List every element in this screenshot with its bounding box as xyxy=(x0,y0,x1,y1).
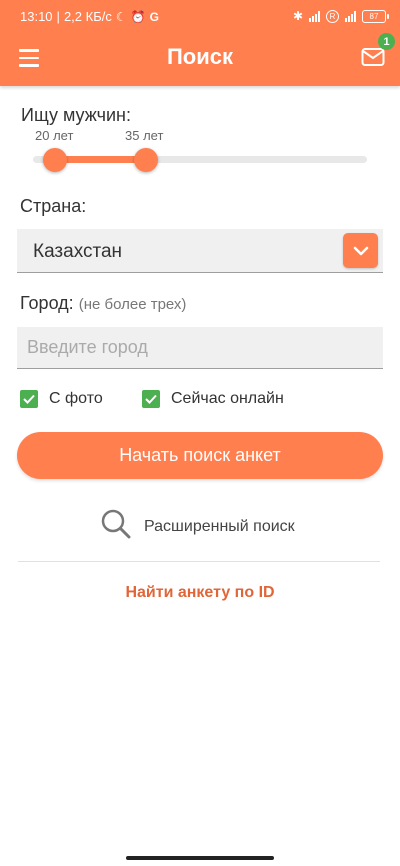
country-label: Страна: xyxy=(20,196,87,216)
battery-icon: 87 xyxy=(362,9,389,23)
divider xyxy=(18,561,380,562)
moon-icon: ☾ xyxy=(115,9,127,24)
online-checkbox[interactable] xyxy=(142,390,160,408)
status-time: 13:10 xyxy=(20,9,53,24)
advanced-search-link[interactable]: Расширенный поиск xyxy=(100,508,295,545)
status-left: 13:10 | 2,2 КБ/с ☾ ⏰ G xyxy=(20,9,159,24)
chevron-down-icon[interactable] xyxy=(343,233,378,268)
status-bar: 13:10 | 2,2 КБ/с ☾ ⏰ G ✱ R 87 xyxy=(0,0,400,32)
gender-label: Ищу мужчин: xyxy=(21,105,131,125)
home-indicator xyxy=(126,856,274,860)
alarm-icon: ⏰ xyxy=(130,9,146,24)
age-max-label: 35 лет xyxy=(125,128,164,143)
page-title: Поиск xyxy=(166,44,234,69)
mail-badge: 1 xyxy=(378,33,395,50)
age-max-thumb[interactable] xyxy=(134,148,158,172)
search-icon xyxy=(100,508,132,545)
advanced-search-label: Расширенный поиск xyxy=(144,517,295,535)
find-by-id-link[interactable]: Найти анкету по ID xyxy=(0,584,400,602)
photo-checkbox[interactable] xyxy=(20,390,38,408)
start-search-button[interactable]: Начать поиск анкет xyxy=(17,432,383,479)
country-value: Казахстан xyxy=(33,241,123,262)
city-label-text: Город: xyxy=(20,293,74,313)
status-separator: | xyxy=(56,9,60,24)
city-label-hint: (не более трех) xyxy=(78,296,187,313)
roaming-icon: R xyxy=(326,9,339,23)
envelope-icon[interactable] xyxy=(361,47,385,67)
status-right: ✱ R 87 xyxy=(292,9,389,23)
age-slider-range xyxy=(55,156,146,163)
network-speed: 2,2 КБ/с xyxy=(63,9,112,24)
app-bar: 13:10 | 2,2 КБ/с ☾ ⏰ G ✱ R 87 Поиск 1 xyxy=(0,0,400,86)
age-min-label: 20 лет xyxy=(35,128,74,143)
photo-checkbox-label[interactable]: С фото xyxy=(49,390,103,408)
signal-icon-2 xyxy=(345,10,356,22)
city-label: Город: (не более трех) xyxy=(20,293,186,314)
bluetooth-icon: ✱ xyxy=(292,9,303,23)
country-select[interactable]: Казахстан xyxy=(17,229,383,273)
city-input[interactable] xyxy=(17,327,383,369)
battery-level: 87 xyxy=(369,11,379,21)
signal-icon xyxy=(309,10,320,22)
age-min-thumb[interactable] xyxy=(43,148,67,172)
google-icon: G xyxy=(149,9,159,24)
online-checkbox-label[interactable]: Сейчас онлайн xyxy=(171,390,284,408)
